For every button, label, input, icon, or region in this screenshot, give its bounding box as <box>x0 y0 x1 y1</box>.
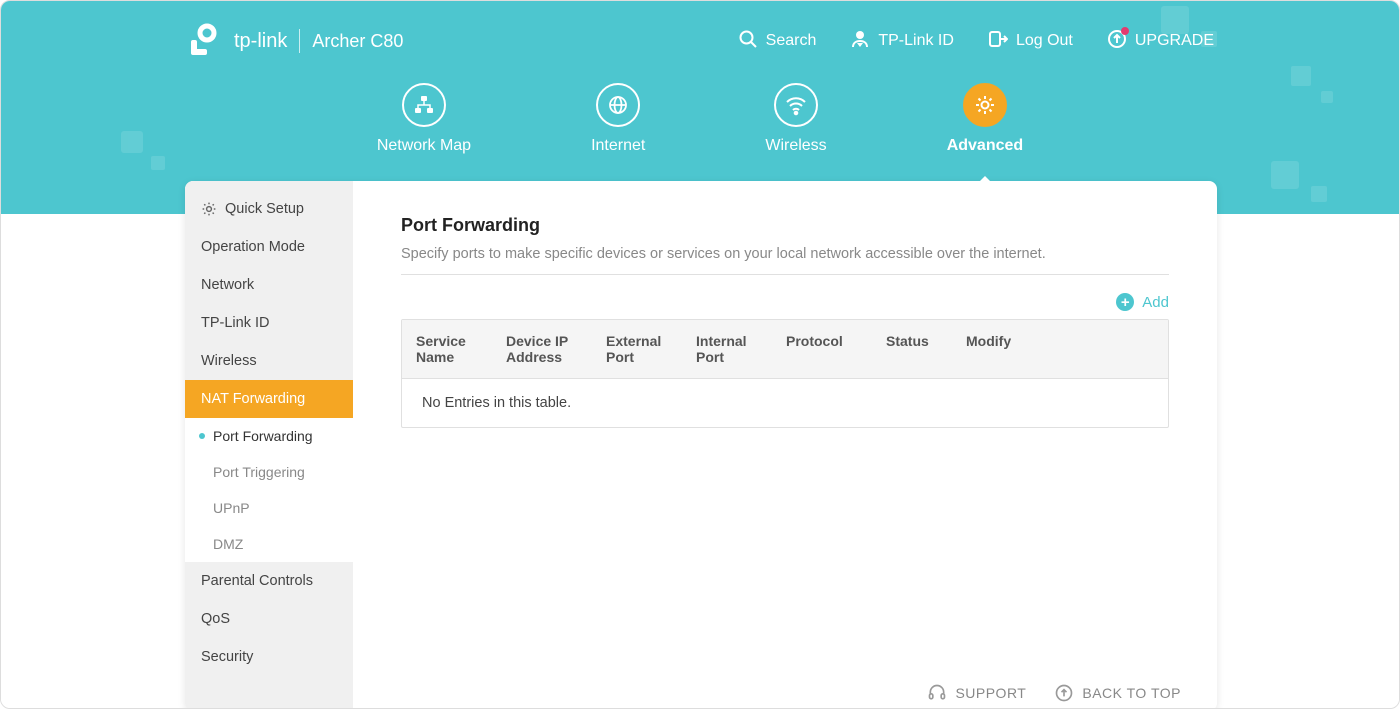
sidebar-item-quick-setup[interactable]: Quick Setup <box>185 181 353 228</box>
sidebar-subitem-upnp[interactable]: UPnP <box>185 490 353 526</box>
tab-label: Internet <box>591 137 645 155</box>
th-modify: Modify <box>952 320 1032 378</box>
arrow-up-circle-icon <box>1054 683 1074 703</box>
sidebar-item-tplink-id[interactable]: TP-Link ID <box>185 304 353 342</box>
brand: tp-link Archer C80 <box>186 23 403 59</box>
sidebar-item-network[interactable]: Network <box>185 266 353 304</box>
brand-separator <box>299 29 300 53</box>
upgrade-button[interactable]: UPGRADE <box>1107 29 1214 54</box>
sidebar-subitem-label: Port Triggering <box>213 464 305 480</box>
sidebar-item-label: Operation Mode <box>201 239 305 255</box>
sidebar-item-label: Wireless <box>201 353 257 369</box>
sidebar-item-nat-forwarding[interactable]: NAT Forwarding <box>185 380 353 418</box>
logout-icon <box>988 29 1008 54</box>
tplink-id-label: TP-Link ID <box>878 32 954 50</box>
tab-network-map[interactable]: Network Map <box>377 83 471 155</box>
logout-label: Log Out <box>1016 32 1073 50</box>
upgrade-notification-dot <box>1121 27 1129 35</box>
add-label: Add <box>1142 294 1169 311</box>
back-to-top-button[interactable]: BACK TO TOP <box>1054 683 1181 703</box>
sidebar-item-label: Quick Setup <box>225 201 304 217</box>
sidebar-item-label: Parental Controls <box>201 573 313 589</box>
tplink-id-button[interactable]: TP-Link ID <box>850 29 954 54</box>
tab-label: Advanced <box>947 137 1023 155</box>
search-label: Search <box>766 32 817 50</box>
support-button[interactable]: SUPPORT <box>927 683 1026 703</box>
page-description: Specify ports to make specific devices o… <box>401 246 1169 262</box>
sidebar-item-security[interactable]: Security <box>185 638 353 676</box>
brand-model: Archer C80 <box>312 31 403 52</box>
support-label: SUPPORT <box>955 685 1026 701</box>
table-empty-row: No Entries in this table. <box>402 379 1168 427</box>
port-forwarding-table: Service Name Device IP Address External … <box>401 319 1169 428</box>
sidebar-subitem-label: Port Forwarding <box>213 428 313 444</box>
gear-outline-icon <box>201 201 217 217</box>
tab-advanced[interactable]: Advanced <box>947 83 1023 155</box>
sidebar-submenu: Port Forwarding Port Triggering UPnP DMZ <box>185 418 353 562</box>
main-panel: Quick Setup Operation Mode Network TP-Li… <box>185 181 1217 709</box>
search-button[interactable]: Search <box>738 29 817 54</box>
upgrade-label: UPGRADE <box>1135 32 1214 50</box>
main-nav: Network Map Internet <box>1 83 1399 155</box>
th-service-name: Service Name <box>402 320 492 378</box>
th-external-port: External Port <box>592 320 682 378</box>
tab-label: Network Map <box>377 137 471 155</box>
back-to-top-label: BACK TO TOP <box>1082 685 1181 701</box>
th-device-ip: Device IP Address <box>492 320 592 378</box>
th-protocol: Protocol <box>772 320 872 378</box>
th-status: Status <box>872 320 952 378</box>
globe-icon <box>607 94 629 116</box>
sidebar-item-wireless[interactable]: Wireless <box>185 342 353 380</box>
cloud-user-icon <box>850 29 870 54</box>
tp-link-logo-icon <box>186 23 222 59</box>
gear-icon <box>974 94 996 116</box>
tab-wireless[interactable]: Wireless <box>765 83 826 155</box>
table-header: Service Name Device IP Address External … <box>402 320 1168 379</box>
sidebar-item-operation-mode[interactable]: Operation Mode <box>185 228 353 266</box>
upgrade-icon <box>1107 29 1127 54</box>
sidebar-item-qos[interactable]: QoS <box>185 600 353 638</box>
headset-icon <box>927 683 947 703</box>
sidebar-item-label: QoS <box>201 611 230 627</box>
content-area: Port Forwarding Specify ports to make sp… <box>353 181 1217 709</box>
brand-name: tp-link <box>234 30 287 53</box>
sidebar-item-label: TP-Link ID <box>201 315 270 331</box>
plus-icon: + <box>1116 293 1134 311</box>
sidebar: Quick Setup Operation Mode Network TP-Li… <box>185 181 353 709</box>
sidebar-subitem-port-triggering[interactable]: Port Triggering <box>185 454 353 490</box>
add-button[interactable]: + Add <box>1116 293 1169 311</box>
sidebar-subitem-dmz[interactable]: DMZ <box>185 526 353 562</box>
th-internal-port: Internal Port <box>682 320 772 378</box>
sidebar-item-label: Security <box>201 649 253 665</box>
page-title: Port Forwarding <box>401 215 1169 236</box>
sidebar-item-label: Network <box>201 277 254 293</box>
wifi-icon <box>784 93 808 117</box>
tab-internet[interactable]: Internet <box>591 83 645 155</box>
sidebar-item-label: NAT Forwarding <box>201 391 305 407</box>
sidebar-subitem-label: DMZ <box>213 536 243 552</box>
sidebar-subitem-port-forwarding[interactable]: Port Forwarding <box>185 418 353 454</box>
divider <box>401 274 1169 275</box>
search-icon <box>738 29 758 54</box>
sidebar-item-parental-controls[interactable]: Parental Controls <box>185 562 353 600</box>
footer-bar: SUPPORT BACK TO TOP <box>927 683 1181 703</box>
network-map-icon <box>413 94 435 116</box>
tab-label: Wireless <box>765 137 826 155</box>
sidebar-subitem-label: UPnP <box>213 500 250 516</box>
logout-button[interactable]: Log Out <box>988 29 1073 54</box>
